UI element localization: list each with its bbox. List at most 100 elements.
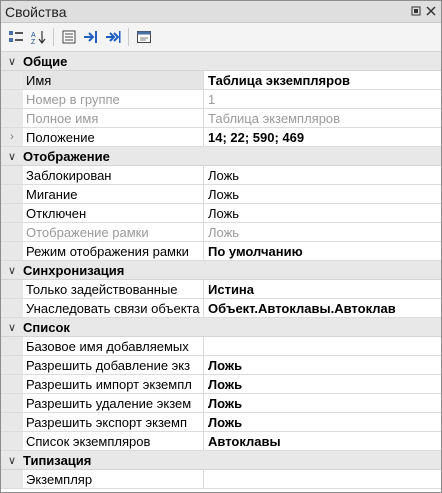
category-header[interactable]: ∨ Отображение <box>1 147 441 166</box>
property-grid: ∨ Общие Имя Таблица экземпляров Номер в груп… <box>1 52 441 489</box>
window-position-icon[interactable] <box>409 4 422 17</box>
chevron-down-icon[interactable]: ∨ <box>1 321 23 334</box>
property-value[interactable]: Ложь <box>204 185 441 203</box>
row-gutter <box>1 223 23 241</box>
window-icon[interactable] <box>134 27 154 47</box>
property-label: Отключен <box>23 204 204 222</box>
row-gutter <box>1 166 23 184</box>
properties-panel: Свойства AZ ∨ Общие Имя Таблица экземпля… <box>0 0 442 493</box>
property-row[interactable]: Экземпляр <box>1 470 441 489</box>
go-to-icon[interactable] <box>81 27 101 47</box>
row-gutter <box>1 356 23 374</box>
property-value[interactable]: Ложь <box>204 394 441 412</box>
property-value[interactable]: Ложь <box>204 375 441 393</box>
row-gutter <box>1 71 23 89</box>
property-value[interactable]: Ложь <box>204 356 441 374</box>
property-value[interactable]: Объект.Автоклавы.Автоклав <box>204 299 441 317</box>
category-header[interactable]: ∨ Типизация <box>1 451 441 470</box>
property-label: Унаследовать связи объекта <box>23 299 204 317</box>
property-label: Список экземпляров <box>23 432 204 450</box>
property-label: Положение <box>23 128 204 146</box>
alphabetical-sort-icon[interactable]: AZ <box>28 27 48 47</box>
property-label: Заблокирован <box>23 166 204 184</box>
toolbar-separator <box>53 28 54 46</box>
property-row[interactable]: Разрешить импорт экземпл Ложь <box>1 375 441 394</box>
property-row[interactable]: Только задействованные Истина <box>1 280 441 299</box>
property-row[interactable]: Разрешить удаление экзем Ложь <box>1 394 441 413</box>
property-label: Имя <box>23 71 204 89</box>
row-gutter <box>1 337 23 355</box>
property-value[interactable]: Автоклавы <box>204 432 441 450</box>
row-gutter <box>1 413 23 431</box>
property-row[interactable]: Унаследовать связи объекта Объект.Автокла… <box>1 299 441 318</box>
property-label: Разрешить экспорт экземп <box>23 413 204 431</box>
chevron-down-icon[interactable]: ∨ <box>1 150 23 163</box>
row-gutter <box>1 90 23 108</box>
property-row[interactable]: Полное имя Таблица экземпляров <box>1 109 441 128</box>
property-row[interactable]: Разрешить экспорт экземп Ложь <box>1 413 441 432</box>
chevron-down-icon[interactable]: ∨ <box>1 55 23 68</box>
property-value: Ложь <box>208 224 240 240</box>
row-gutter <box>1 375 23 393</box>
categorized-icon[interactable] <box>6 27 26 47</box>
chevron-right-icon[interactable]: › <box>1 128 23 146</box>
property-row[interactable]: Имя Таблица экземпляров <box>1 71 441 90</box>
property-label: Только задействованные <box>23 280 204 298</box>
property-label: Разрешить удаление экзем <box>23 394 204 412</box>
property-value[interactable]: Ложь <box>204 204 441 222</box>
property-row[interactable]: Отключен Ложь <box>1 204 441 223</box>
row-gutter <box>1 394 23 412</box>
property-row[interactable]: › Положение 14; 22; 590; 469 <box>1 128 441 147</box>
category-name: Общие <box>23 53 68 69</box>
category-header[interactable]: ∨ Синхронизация <box>1 261 441 280</box>
row-gutter <box>1 185 23 203</box>
property-value[interactable]: Истина <box>204 280 441 298</box>
property-value[interactable]: 14; 22; 590; 469 <box>204 128 441 146</box>
chevron-down-icon[interactable]: ∨ <box>1 454 23 467</box>
go-to-all-icon[interactable] <box>103 27 123 47</box>
property-value[interactable]: По умолчанию <box>204 242 441 260</box>
property-value[interactable] <box>204 470 441 488</box>
row-gutter <box>1 280 23 298</box>
property-row[interactable]: Номер в группе 1 <box>1 90 441 109</box>
property-value[interactable]: Ложь <box>204 413 441 431</box>
property-label: Разрешить импорт экземпл <box>23 375 204 393</box>
chevron-down-icon[interactable]: ∨ <box>1 264 23 277</box>
property-row[interactable]: Отображение рамки Ложь <box>1 223 441 242</box>
property-value[interactable] <box>204 337 441 355</box>
property-value: 1 <box>208 91 216 107</box>
property-row[interactable]: Разрешить добавление экз Ложь <box>1 356 441 375</box>
row-gutter <box>1 242 23 260</box>
category-name: Синхронизация <box>23 262 125 278</box>
property-label: Полное имя <box>23 109 204 127</box>
property-label: Базовое имя добавляемых <box>23 337 204 355</box>
property-value: Таблица экземпляров <box>208 110 341 126</box>
svg-text:A: A <box>31 32 36 39</box>
close-icon[interactable] <box>424 4 437 17</box>
category-name: Список <box>23 319 70 335</box>
toolbar-separator <box>128 28 129 46</box>
property-row[interactable]: Мигание Ложь <box>1 185 441 204</box>
property-value[interactable]: Ложь <box>204 166 441 184</box>
panel-title: Свойства <box>5 3 67 20</box>
svg-text:Z: Z <box>31 39 36 45</box>
category-name: Типизация <box>23 452 92 468</box>
property-row[interactable]: Режим отображения рамки По умолчанию <box>1 242 441 261</box>
property-label: Мигание <box>23 185 204 203</box>
property-pages-icon[interactable] <box>59 27 79 47</box>
toolbar: AZ <box>1 23 441 52</box>
property-row[interactable]: Заблокирован Ложь <box>1 166 441 185</box>
category-header[interactable]: ∨ Список <box>1 318 441 337</box>
property-label: Номер в группе <box>23 90 204 108</box>
property-row[interactable]: Базовое имя добавляемых <box>1 337 441 356</box>
property-label: Режим отображения рамки <box>23 242 204 260</box>
property-label: Разрешить добавление экз <box>23 356 204 374</box>
property-label: Экземпляр <box>23 470 204 488</box>
row-gutter <box>1 432 23 450</box>
property-row[interactable]: Список экземпляров Автоклавы <box>1 432 441 451</box>
row-gutter <box>1 470 23 488</box>
row-gutter <box>1 204 23 222</box>
row-gutter <box>1 299 23 317</box>
property-value[interactable]: Таблица экземпляров <box>204 71 441 89</box>
category-header[interactable]: ∨ Общие <box>1 52 441 71</box>
